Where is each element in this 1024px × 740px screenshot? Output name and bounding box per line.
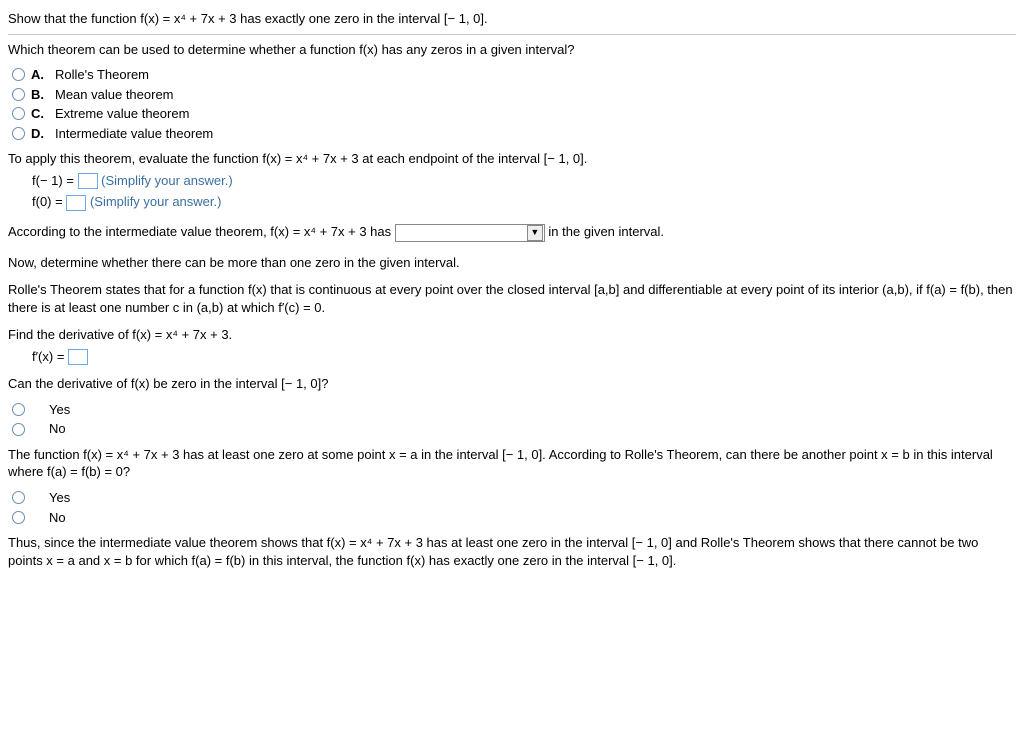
radio-icon: [12, 107, 25, 120]
q1-prompt: Which theorem can be used to determine w…: [8, 41, 1016, 59]
f-0-input[interactable]: [66, 195, 86, 211]
q1-option-d[interactable]: D. Intermediate value theorem: [12, 125, 1016, 143]
now-determine-line: Now, determine whether there can be more…: [8, 254, 1016, 272]
option-text: Yes: [49, 489, 70, 507]
option-text: Rolle's Theorem: [55, 66, 149, 84]
f-0-label: f(0) =: [32, 194, 63, 209]
derivative-input[interactable]: [68, 349, 88, 365]
q2-options: Yes No: [12, 401, 1016, 438]
q1-option-c[interactable]: C. Extreme value theorem: [12, 105, 1016, 123]
option-letter: D.: [31, 125, 49, 143]
q1-options: A. Rolle's Theorem B. Mean value theorem…: [12, 66, 1016, 142]
radio-icon: [12, 68, 25, 81]
option-letter: A.: [31, 66, 49, 84]
option-text: Extreme value theorem: [55, 105, 189, 123]
q2-prompt: Can the derivative of f(x) be zero in th…: [8, 375, 1016, 393]
option-text: No: [49, 420, 66, 438]
chevron-down-icon: ▼: [527, 225, 543, 241]
option-text: Mean value theorem: [55, 86, 174, 104]
derivative-row: f′(x) =: [32, 348, 1016, 366]
q2-option-no[interactable]: No: [12, 420, 1016, 438]
ivt-pre: According to the intermediate value theo…: [8, 224, 391, 239]
divider: [8, 34, 1016, 35]
apply-theorem-line: To apply this theorem, evaluate the func…: [8, 150, 1016, 168]
radio-icon: [12, 127, 25, 140]
rolle-statement: Rolle's Theorem states that for a functi…: [8, 281, 1016, 316]
q3-options: Yes No: [12, 489, 1016, 526]
conclusion: Thus, since the intermediate value theor…: [8, 534, 1016, 569]
eval-f-0-row: f(0) = (Simplify your answer.): [32, 193, 1016, 211]
option-text: Yes: [49, 401, 70, 419]
find-derivative-line: Find the derivative of f(x) = x⁴ + 7x + …: [8, 326, 1016, 344]
f-neg1-input[interactable]: [78, 173, 98, 189]
problem-title: Show that the function f(x) = x⁴ + 7x + …: [8, 10, 1016, 28]
radio-icon: [12, 491, 25, 504]
option-text: No: [49, 509, 66, 527]
q3-option-no[interactable]: No: [12, 509, 1016, 527]
ivt-select[interactable]: ▼: [395, 224, 545, 242]
radio-icon: [12, 423, 25, 436]
f-neg1-label: f(− 1) =: [32, 173, 74, 188]
option-letter: C.: [31, 105, 49, 123]
derivative-label: f′(x) =: [32, 349, 64, 364]
simplify-hint: (Simplify your answer.): [101, 173, 232, 188]
radio-icon: [12, 511, 25, 524]
q1-option-a[interactable]: A. Rolle's Theorem: [12, 66, 1016, 84]
option-letter: B.: [31, 86, 49, 104]
q3-option-yes[interactable]: Yes: [12, 489, 1016, 507]
eval-f-neg1-row: f(− 1) = (Simplify your answer.): [32, 172, 1016, 190]
q2-option-yes[interactable]: Yes: [12, 401, 1016, 419]
q3-prompt: The function f(x) = x⁴ + 7x + 3 has at l…: [8, 446, 1016, 481]
radio-icon: [12, 403, 25, 416]
radio-icon: [12, 88, 25, 101]
q1-option-b[interactable]: B. Mean value theorem: [12, 86, 1016, 104]
ivt-line: According to the intermediate value theo…: [8, 223, 1016, 242]
ivt-post: in the given interval.: [548, 224, 664, 239]
simplify-hint: (Simplify your answer.): [90, 194, 221, 209]
option-text: Intermediate value theorem: [55, 125, 213, 143]
